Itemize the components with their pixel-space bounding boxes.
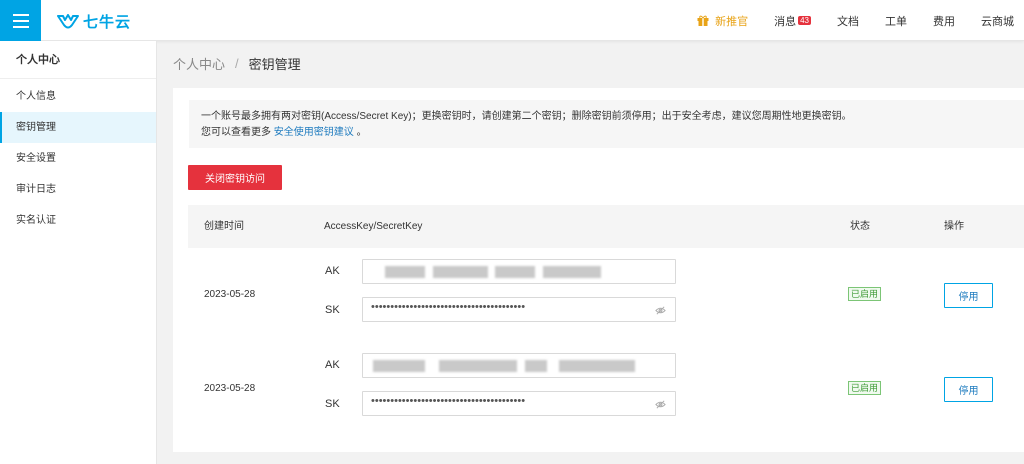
masked-key-segment <box>385 266 425 278</box>
secret-key-field[interactable]: •••••••••••••••••••••••••••••••••••••••• <box>362 297 676 322</box>
masked-key-segment <box>495 266 535 278</box>
sidebar-item-profile[interactable]: 个人信息 <box>0 81 156 112</box>
brand-name: 七牛云 <box>83 14 132 31</box>
access-key-field[interactable] <box>362 353 676 378</box>
disable-key-button[interactable]: 停用 <box>944 377 993 402</box>
breadcrumb-separator: / <box>235 56 239 71</box>
notice-line-1: 一个账号最多拥有两对密钥(Access/Secret Key)；更换密钥时，请创… <box>201 111 852 122</box>
sidebar-item-security[interactable]: 安全设置 <box>0 143 156 174</box>
notice-box: 一个账号最多拥有两对密钥(Access/Secret Key)；更换密钥时，请创… <box>189 100 1024 148</box>
eye-slash-icon[interactable] <box>655 305 666 316</box>
nav-promo-label: 新推官 <box>715 15 749 28</box>
sidebar-item-audit-log[interactable]: 审计日志 <box>0 174 156 205</box>
eye-slash-icon[interactable] <box>655 399 666 410</box>
nav-tickets-label: 工单 <box>885 15 907 28</box>
secret-key-value: •••••••••••••••••••••••••••••••••••••••• <box>371 301 526 313</box>
brand-logo[interactable]: 七牛云 <box>57 11 131 32</box>
created-date: 2023-05-28 <box>204 289 256 300</box>
masked-key-segment <box>433 266 488 278</box>
menu-icon[interactable] <box>0 0 41 41</box>
secret-key-field[interactable]: •••••••••••••••••••••••••••••••••••••••• <box>362 391 676 416</box>
breadcrumb-current: 密钥管理 <box>248 57 301 72</box>
breadcrumb: 个人中心 / 密钥管理 <box>173 54 301 73</box>
sidebar-item-verification[interactable]: 实名认证 <box>0 205 156 236</box>
status-badge: 已启用 <box>848 381 882 395</box>
close-key-access-button[interactable]: 关闭密钥访问 <box>188 165 282 190</box>
disable-key-button[interactable]: 停用 <box>944 283 993 308</box>
qiniu-logo-icon <box>57 13 79 28</box>
top-nav: 新推官 消息 43 文档 工单 费用 云商城 <box>671 0 1014 41</box>
status-badge: 已启用 <box>848 287 882 301</box>
header-actions: 操作 <box>944 221 964 232</box>
nav-billing-label: 费用 <box>933 15 955 28</box>
nav-promo[interactable]: 新推官 <box>697 13 748 29</box>
sidebar-title: 个人中心 <box>0 41 156 79</box>
notice-prefix: 您可以查看更多 <box>201 127 271 138</box>
header-status: 状态 <box>850 221 870 232</box>
ak-label: AK <box>325 359 340 371</box>
nav-billing[interactable]: 费用 <box>933 13 955 29</box>
notice-line-2: 您可以查看更多 安全使用密钥建议 。 <box>201 125 1012 141</box>
table-header: 创建时间 AccessKey/SecretKey 状态 操作 <box>188 205 1024 248</box>
masked-key-segment <box>439 360 517 372</box>
table-row: 2023-05-28 AK SK •••••••••••••••••••••••… <box>188 248 1024 342</box>
keys-table: 创建时间 AccessKey/SecretKey 状态 操作 2023-05-2… <box>188 205 1024 436</box>
nav-marketplace-label: 云商城 <box>981 15 1014 28</box>
nav-docs[interactable]: 文档 <box>837 13 859 29</box>
created-date: 2023-05-28 <box>204 383 256 394</box>
security-tips-link[interactable]: 安全使用密钥建议 <box>274 127 354 138</box>
secret-key-value: •••••••••••••••••••••••••••••••••••••••• <box>371 395 526 407</box>
message-count-badge: 43 <box>798 16 811 25</box>
nav-messages[interactable]: 消息 43 <box>774 13 811 29</box>
notice-suffix: 。 <box>356 127 367 138</box>
table-row: 2023-05-28 AK SK •••••••••••••••••••••••… <box>188 342 1024 436</box>
nav-messages-label: 消息 <box>774 15 797 28</box>
masked-key-segment <box>559 360 635 372</box>
access-key-field[interactable] <box>362 259 676 284</box>
breadcrumb-parent[interactable]: 个人中心 <box>173 54 225 73</box>
nav-marketplace[interactable]: 云商城 <box>981 13 1014 29</box>
key-management-panel: 一个账号最多拥有两对密钥(Access/Secret Key)；更换密钥时，请创… <box>173 88 1024 452</box>
nav-tickets[interactable]: 工单 <box>885 13 907 29</box>
header-created: 创建时间 <box>204 221 244 232</box>
masked-key-segment <box>543 266 601 278</box>
gift-icon <box>697 15 709 26</box>
sk-label: SK <box>325 398 340 410</box>
masked-key-segment <box>373 360 425 372</box>
header-keys: AccessKey/SecretKey <box>324 221 423 232</box>
ak-label: AK <box>325 265 340 277</box>
top-bar: 七牛云 新推官 消息 43 文档 工单 费用 云商城 <box>0 0 1024 41</box>
sidebar: 个人中心 个人信息 密钥管理 安全设置 审计日志 实名认证 <box>0 41 157 464</box>
sk-label: SK <box>325 304 340 316</box>
nav-docs-label: 文档 <box>837 15 859 28</box>
masked-key-segment <box>525 360 547 372</box>
sidebar-item-keys[interactable]: 密钥管理 <box>0 112 156 143</box>
